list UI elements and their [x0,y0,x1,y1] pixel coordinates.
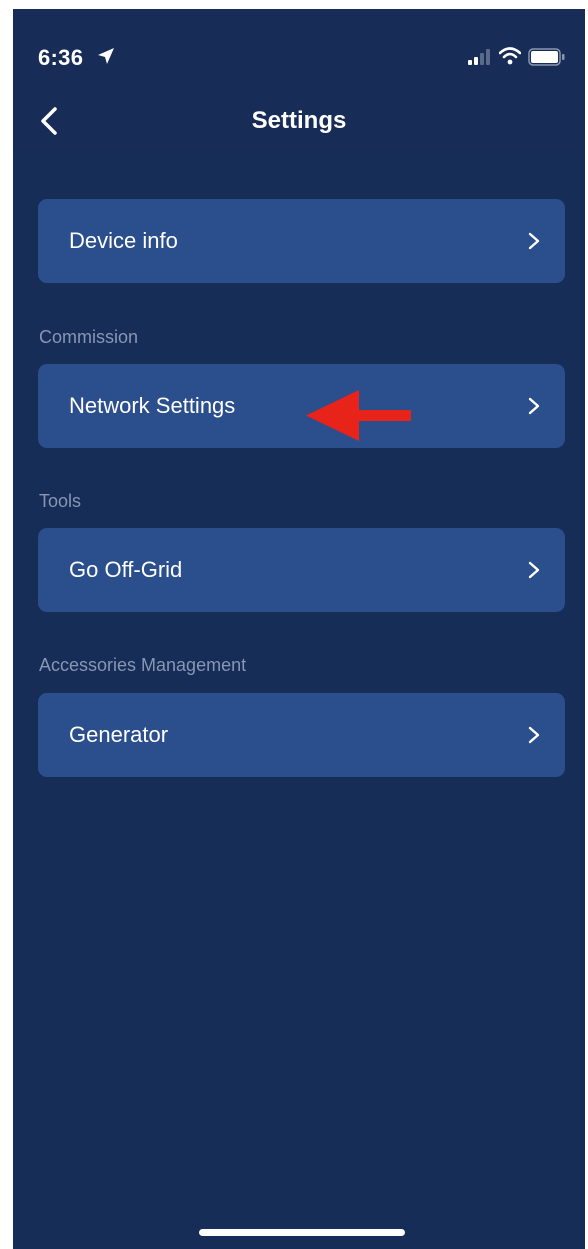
generator-label: Generator [69,722,169,747]
go-off-grid-label: Go Off-Grid [69,557,183,582]
section-label-accessories: Accessories Management [39,655,247,675]
battery-icon [528,48,565,66]
header-area: 6:36 Settings [13,9,585,151]
network-settings-row[interactable]: Network Settings [38,364,565,448]
phone-screen: 6:36 Settings Device info Commission Net… [13,9,585,1249]
page-title: Settings [251,107,347,134]
wifi-icon [499,47,521,65]
chevron-right-icon [528,232,540,250]
network-settings-label: Network Settings [69,393,236,418]
chevron-right-icon [528,726,540,744]
status-time: 6:36 [38,45,84,70]
navigation-bar: Settings [13,89,585,151]
go-off-grid-row[interactable]: Go Off-Grid [38,528,565,612]
generator-row[interactable]: Generator [38,693,565,777]
status-bar: 6:36 [13,9,585,79]
chevron-right-icon [528,561,540,579]
home-indicator[interactable] [199,1229,405,1236]
device-info-row[interactable]: Device info [38,199,565,283]
location-arrow-icon [98,48,114,64]
cellular-signal-icon [468,49,490,65]
red-arrow-left-icon [306,390,411,441]
section-label-commission: Commission [39,327,139,347]
section-label-tools: Tools [39,491,82,511]
chevron-right-icon [528,397,540,415]
device-info-label: Device info [69,228,178,253]
